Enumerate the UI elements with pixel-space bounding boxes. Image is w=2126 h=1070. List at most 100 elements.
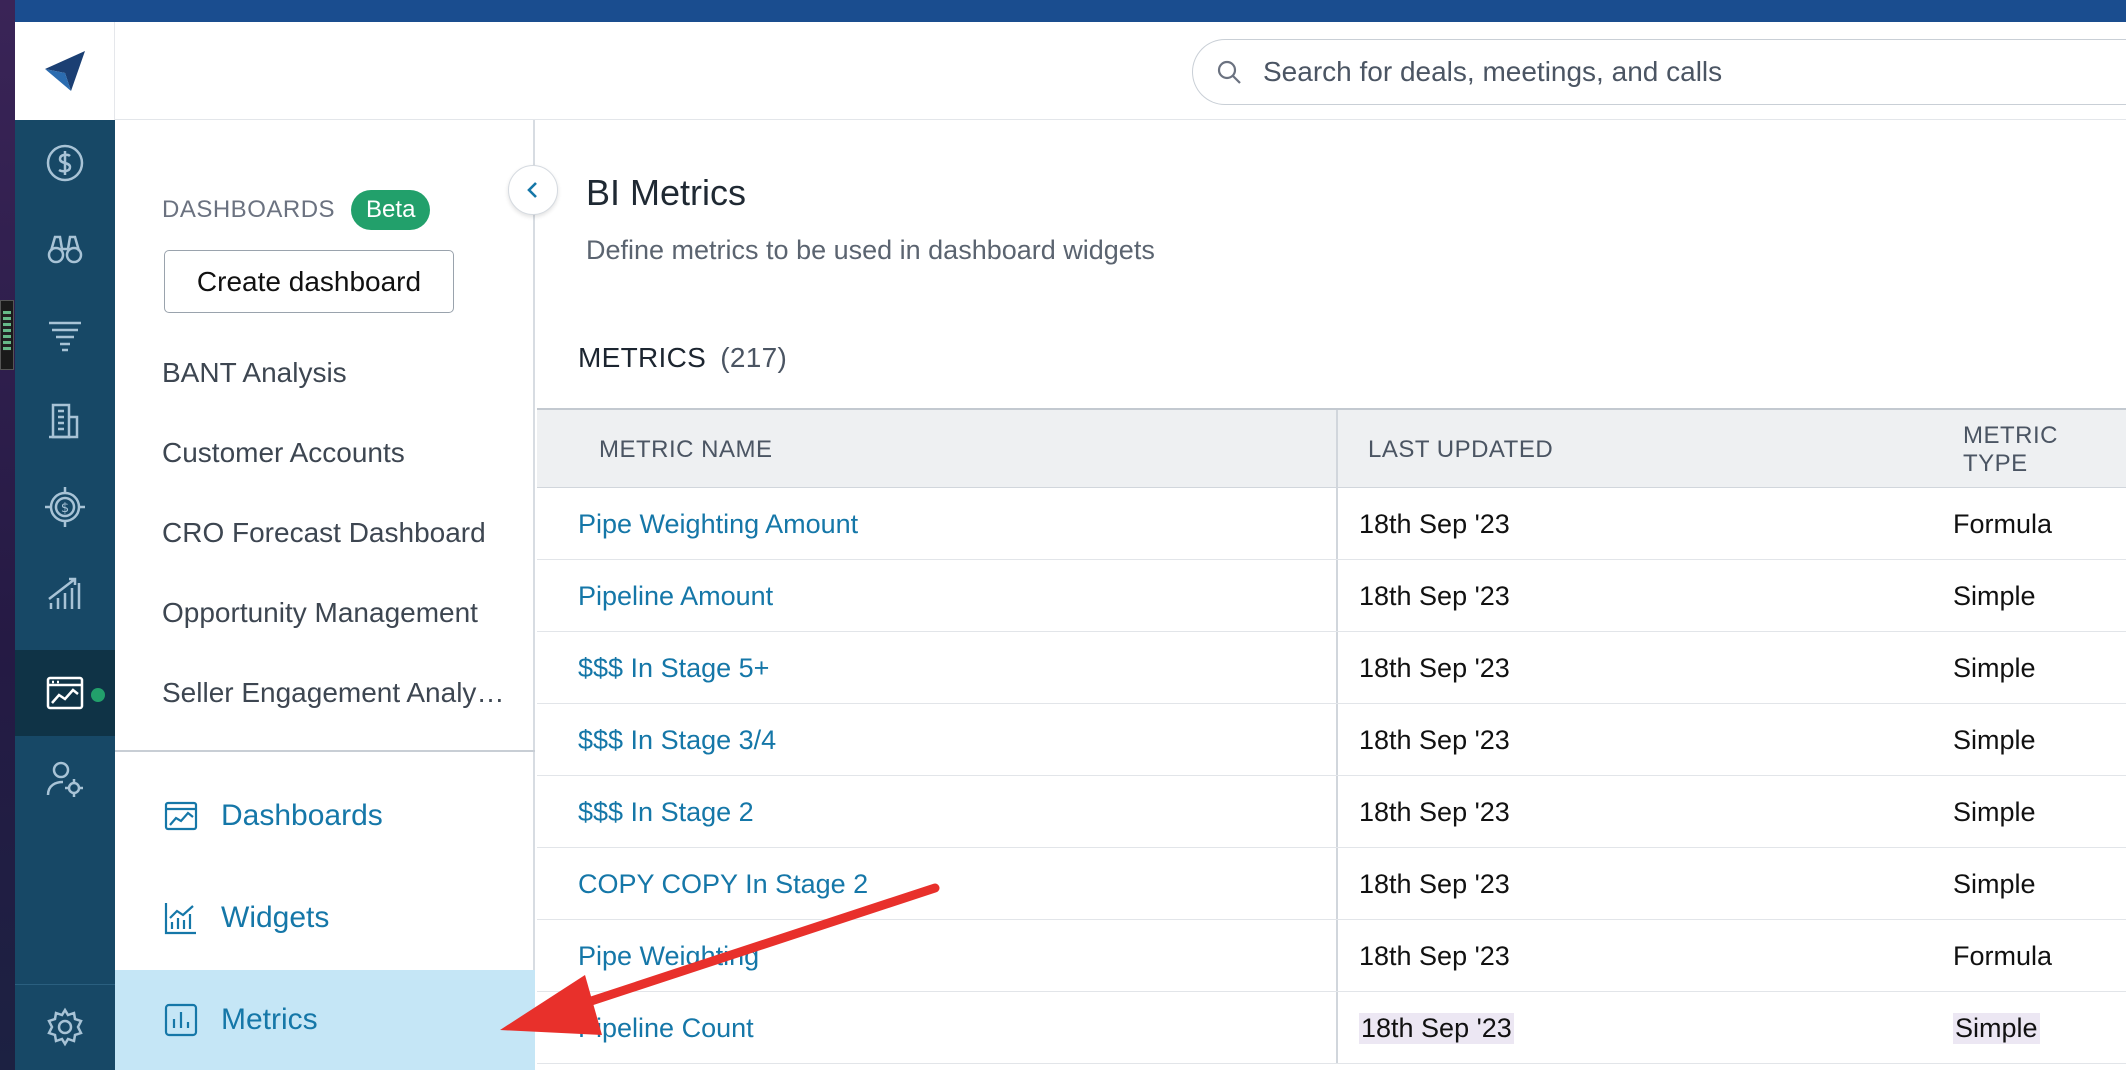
metric-type-cell: Simple — [1953, 652, 2036, 683]
metric-name-link[interactable]: Pipeline Count — [578, 992, 754, 1064]
table-row[interactable]: Pipeline Amount 18th Sep '23 Simple — [537, 560, 2126, 632]
collapse-panel-button[interactable] — [508, 165, 558, 215]
nav-metrics-label: Metrics — [221, 1003, 318, 1036]
metric-type-cell: Simple — [1953, 580, 2036, 611]
create-dashboard-button[interactable]: Create dashboard — [164, 250, 454, 313]
global-search[interactable] — [1192, 39, 2126, 105]
column-divider — [1336, 848, 1338, 919]
rail-item-deals[interactable] — [15, 120, 115, 206]
main-content: BI Metrics Define metrics to be used in … — [537, 120, 2126, 1070]
column-divider — [1336, 776, 1338, 847]
logo-icon — [44, 51, 85, 91]
app-logo[interactable] — [15, 22, 115, 120]
metric-name-link[interactable]: Pipe Weighting Amount — [578, 488, 858, 560]
column-divider — [1336, 632, 1338, 703]
rail-item-insights[interactable] — [15, 206, 115, 292]
metrics-icon — [164, 1003, 198, 1037]
rail-item-dashboards[interactable] — [15, 650, 115, 736]
chart-icon — [164, 903, 196, 935]
notification-dot — [91, 688, 105, 702]
dashboard-icon — [46, 676, 84, 710]
page-subtitle: Define metrics to be used in dashboard w… — [586, 235, 1155, 265]
table-row[interactable]: Pipeline Count 18th Sep '23 Simple — [537, 992, 2126, 1064]
funnel-icon — [49, 321, 81, 352]
dashboard-item[interactable]: BANT Analysis — [162, 357, 507, 389]
column-divider — [1336, 488, 1338, 559]
last-updated-cell: 18th Sep '23 — [1359, 940, 1510, 971]
table-row[interactable]: $$$ In Stage 2 18th Sep '23 Simple — [537, 776, 2126, 848]
browser-top-bar — [15, 0, 2126, 22]
target-dollar-icon: $ — [45, 487, 85, 527]
metric-type-cell: Simple — [1953, 796, 2036, 827]
nav-dashboards[interactable]: Dashboards — [115, 766, 535, 866]
rail-item-analytics[interactable] — [15, 550, 115, 636]
metrics-table: METRIC NAME LAST UPDATED METRIC TYPE Pip… — [537, 408, 2126, 1064]
page-title: BI Metrics — [586, 172, 747, 213]
rail-item-settings[interactable] — [15, 984, 115, 1070]
metric-type-cell: Simple — [1953, 724, 2036, 755]
gear-icon — [47, 1007, 83, 1047]
nav-metrics[interactable]: Metrics — [115, 970, 535, 1070]
rail-item-forecast[interactable]: $ — [15, 464, 115, 550]
svg-text:$: $ — [61, 501, 69, 516]
last-updated-cell: 18th Sep '23 — [1359, 724, 1510, 755]
dashboard-icon — [164, 801, 198, 831]
metric-name-link[interactable]: $$$ In Stage 5+ — [578, 632, 769, 704]
column-header-metric-name[interactable]: METRIC NAME — [599, 410, 773, 490]
column-divider — [1336, 410, 1338, 487]
nav-widgets-label: Widgets — [221, 901, 330, 934]
last-updated-cell: 18th Sep '23 — [1359, 580, 1510, 611]
dollar-icon — [46, 144, 84, 182]
nav-widgets[interactable]: Widgets — [115, 868, 535, 968]
column-header-metric-type[interactable]: METRIC TYPE — [1963, 410, 2126, 490]
rail-item-pipeline[interactable] — [15, 292, 115, 378]
column-divider — [1336, 704, 1338, 775]
last-updated-cell: 18th Sep '23 — [1359, 508, 1510, 539]
table-row[interactable]: Pipe Weighting 18th Sep '23 Formula — [537, 920, 2126, 992]
metric-name-link[interactable]: Pipe Weighting — [578, 920, 759, 992]
metric-type-cell: Formula — [1953, 940, 2053, 971]
metric-name-link[interactable]: $$$ In Stage 2 — [578, 776, 754, 848]
dashboard-item[interactable]: CRO Forecast Dashboard — [162, 517, 507, 549]
metric-type-cell: Formula — [1953, 508, 2053, 539]
desktop-background — [0, 0, 15, 1070]
user-settings-icon — [46, 761, 83, 797]
table-row[interactable]: COPY COPY In Stage 2 18th Sep '23 Simple — [537, 848, 2126, 920]
metrics-section-label: METRICS (217) — [578, 342, 787, 374]
last-updated-cell: 18th Sep '23 — [1359, 652, 1510, 683]
chart-growth-icon — [48, 577, 81, 609]
metric-name-link[interactable]: COPY COPY In Stage 2 — [578, 848, 868, 920]
beta-badge: Beta — [351, 190, 431, 230]
column-divider — [1336, 992, 1338, 1063]
dashboard-item[interactable]: Customer Accounts — [162, 437, 507, 469]
table-header: METRIC NAME LAST UPDATED METRIC TYPE — [537, 408, 2126, 488]
nav-dashboards-label: Dashboards — [221, 799, 383, 832]
metrics-count: (217) — [720, 342, 788, 373]
table-row[interactable]: Pipe Weighting Amount 18th Sep '23 Formu… — [537, 488, 2126, 560]
rail-item-user-settings[interactable] — [15, 736, 115, 822]
binoculars-icon — [47, 235, 83, 264]
metric-type-cell: Simple — [1953, 868, 2036, 899]
last-updated-cell: 18th Sep '23 — [1359, 796, 1510, 827]
search-input[interactable] — [1263, 56, 2063, 88]
dashboards-section-title: DASHBOARDS — [162, 196, 336, 223]
chevron-left-icon — [527, 182, 537, 198]
metric-name-link[interactable]: $$$ In Stage 3/4 — [578, 704, 776, 776]
last-updated-cell: 18th Sep '23 — [1359, 868, 1510, 899]
dashboard-item[interactable]: Seller Engagement Analysis — [162, 677, 507, 709]
icon-rail: $ — [15, 22, 115, 1070]
column-divider — [1336, 560, 1338, 631]
table-row[interactable]: $$$ In Stage 5+ 18th Sep '23 Simple — [537, 632, 2126, 704]
app-header — [115, 22, 2126, 120]
dashboard-item[interactable]: Opportunity Management — [162, 597, 507, 629]
highlighted-type: Simple — [1953, 1012, 2040, 1044]
metric-type-cell: Simple — [1953, 992, 2040, 1064]
rail-item-accounts[interactable] — [15, 378, 115, 464]
table-row[interactable]: $$$ In Stage 3/4 18th Sep '23 Simple — [537, 704, 2126, 776]
metric-name-link[interactable]: Pipeline Amount — [578, 560, 773, 632]
last-updated-cell: 18th Sep '23 — [1359, 992, 1514, 1064]
column-divider — [1336, 920, 1338, 991]
metrics-label-text: METRICS — [578, 342, 707, 373]
column-header-last-updated[interactable]: LAST UPDATED — [1368, 410, 1553, 490]
search-icon — [1217, 60, 1241, 84]
